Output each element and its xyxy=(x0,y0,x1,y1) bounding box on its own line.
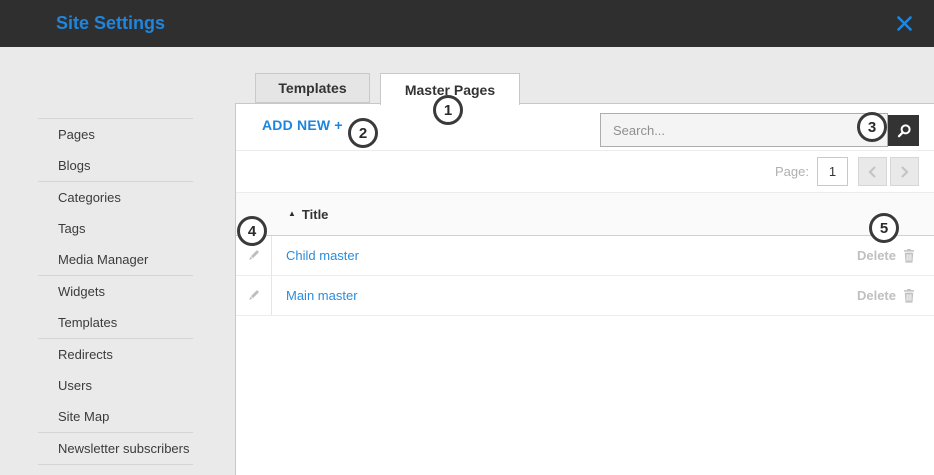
sidebar-item-blogs[interactable]: Blogs xyxy=(0,150,235,181)
settings-sidebar: Pages Blogs Categories Tags Media Manage… xyxy=(0,47,235,465)
edit-button[interactable] xyxy=(236,276,272,315)
title-column-header[interactable]: ▲ Title xyxy=(236,193,934,236)
prev-page-button[interactable] xyxy=(858,157,887,186)
delete-button[interactable]: Delete xyxy=(857,276,934,315)
add-new-button[interactable]: ADD NEW + xyxy=(262,117,343,133)
delete-button[interactable]: Delete xyxy=(857,236,934,275)
sidebar-item-redirects[interactable]: Redirects xyxy=(0,339,235,370)
sidebar-item-users[interactable]: Users xyxy=(0,370,235,401)
page-number-input[interactable] xyxy=(817,157,848,186)
page-label: Page: xyxy=(775,164,809,179)
triangle-up-icon: ▲ xyxy=(288,209,296,218)
column-label-title: Title xyxy=(301,206,329,222)
page-title: Site Settings xyxy=(56,13,166,33)
trash-icon xyxy=(903,248,915,263)
annotation-circle-3: 3 xyxy=(857,112,887,142)
pencil-icon xyxy=(246,248,261,263)
table-row: Main master Delete xyxy=(236,276,934,316)
annotation-circle-4: 4 xyxy=(237,216,267,246)
sidebar-item-widgets[interactable]: Widgets xyxy=(0,276,235,307)
pagination-row: Page: xyxy=(236,151,934,193)
sidebar-item-tags[interactable]: Tags xyxy=(0,213,235,244)
table-row: Child master Delete xyxy=(236,236,934,276)
chevron-right-icon xyxy=(900,165,909,178)
next-page-button[interactable] xyxy=(890,157,919,186)
annotation-circle-1: 1 xyxy=(433,95,463,125)
row-title-cell: Main master xyxy=(272,276,358,315)
toolbar-row: ADD NEW + xyxy=(236,104,934,151)
sidebar-item-templates[interactable]: Templates xyxy=(0,307,235,338)
sidebar-item-categories[interactable]: Categories xyxy=(0,182,235,213)
site-settings-window: Site Settings Pages Blogs Categories Tag… xyxy=(0,0,934,475)
annotation-circle-2: 2 xyxy=(348,118,378,148)
sidebar-item-newsletter-subscribers[interactable]: Newsletter subscribers xyxy=(0,433,235,464)
sidebar-item-site-map[interactable]: Site Map xyxy=(0,401,235,432)
master-page-link[interactable]: Main master xyxy=(286,288,358,303)
row-spacer xyxy=(359,236,857,275)
annotation-circle-5: 5 xyxy=(869,213,899,243)
header-bar: Site Settings xyxy=(0,0,934,47)
tab-templates[interactable]: Templates xyxy=(255,73,370,103)
row-spacer xyxy=(358,276,857,315)
magnifier-icon xyxy=(896,123,912,139)
sidebar-item-media-manager[interactable]: Media Manager xyxy=(0,244,235,275)
row-title-cell: Child master xyxy=(272,236,359,275)
search-button[interactable] xyxy=(888,115,919,146)
search-input[interactable] xyxy=(600,113,888,147)
delete-label: Delete xyxy=(856,288,896,303)
close-icon[interactable] xyxy=(897,16,912,31)
master-pages-panel: ADD NEW + Page: xyxy=(235,103,934,475)
trash-icon xyxy=(903,288,915,303)
master-page-link[interactable]: Child master xyxy=(286,248,359,263)
chevron-left-icon xyxy=(868,165,877,178)
sidebar-item-pages[interactable]: Pages xyxy=(0,119,235,150)
sidebar-divider xyxy=(38,464,193,465)
delete-label: Delete xyxy=(856,248,896,263)
pencil-icon xyxy=(246,288,261,303)
